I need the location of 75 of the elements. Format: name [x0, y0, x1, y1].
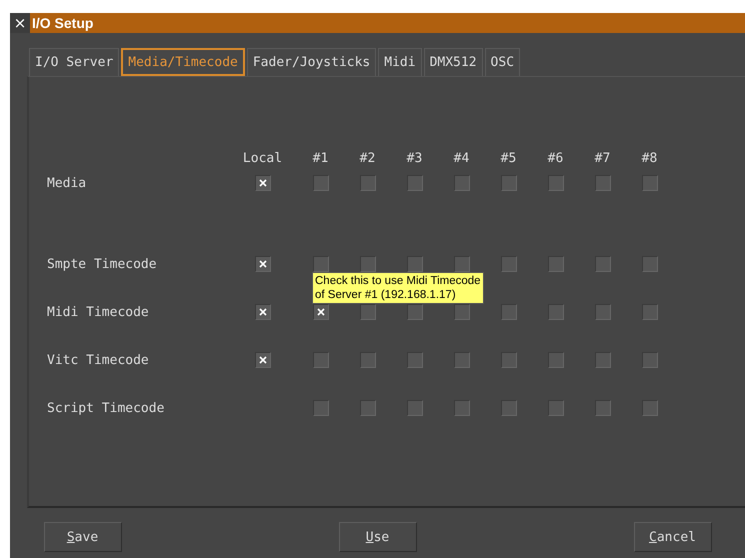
checkbox[interactable]: [548, 400, 564, 416]
cross-icon: [316, 308, 324, 316]
tab[interactable]: Midi: [378, 48, 422, 76]
checkbox[interactable]: [360, 256, 376, 272]
checkbox[interactable]: [312, 352, 328, 368]
cross-icon: [258, 260, 266, 268]
column-header: #8: [640, 150, 658, 166]
checkbox[interactable]: [454, 256, 470, 272]
close-button[interactable]: ×: [10, 13, 30, 33]
checkbox[interactable]: [594, 304, 610, 320]
row-label: Smpte Timecode: [47, 256, 158, 272]
column-header: #6: [546, 150, 564, 166]
checkbox[interactable]: [500, 352, 516, 368]
column-header: #5: [500, 150, 518, 166]
checkbox[interactable]: [406, 400, 422, 416]
dialog-button[interactable]: Use: [338, 522, 416, 552]
checkbox[interactable]: [360, 304, 376, 320]
checkbox[interactable]: [406, 175, 422, 191]
checkbox[interactable]: [594, 256, 610, 272]
checkbox[interactable]: [500, 175, 516, 191]
tab[interactable]: I/O Server: [29, 48, 120, 76]
column-header: #1: [312, 150, 330, 166]
checkbox[interactable]: [312, 304, 328, 320]
checkbox[interactable]: [594, 400, 610, 416]
checkbox[interactable]: [454, 304, 470, 320]
row-label: Script Timecode: [47, 400, 166, 416]
column-header: #3: [406, 150, 424, 166]
column-header: #2: [358, 150, 376, 166]
column-header: #4: [452, 150, 470, 166]
tab[interactable]: Fader/Joysticks: [246, 48, 376, 76]
row-label: Vitc Timecode: [47, 352, 150, 368]
checkbox[interactable]: [548, 256, 564, 272]
tooltip: Check this to use Midi Timecode of Server #1 (192.168.1.17): [312, 272, 484, 304]
checkbox[interactable]: [360, 352, 376, 368]
dialog-button[interactable]: Cancel: [634, 522, 712, 552]
checkbox[interactable]: [642, 304, 658, 320]
checkbox[interactable]: [548, 304, 564, 320]
checkbox[interactable]: [500, 304, 516, 320]
checkbox[interactable]: [254, 352, 270, 368]
checkbox[interactable]: [254, 304, 270, 320]
checkbox[interactable]: [454, 400, 470, 416]
checkbox[interactable]: [642, 256, 658, 272]
tab[interactable]: OSC: [484, 48, 520, 76]
tab[interactable]: Media/Timecode: [121, 48, 245, 76]
row-label: Media: [47, 176, 88, 190]
dialog-button[interactable]: Save: [44, 522, 122, 552]
checkbox[interactable]: [594, 352, 610, 368]
checkbox[interactable]: [500, 400, 516, 416]
cross-icon: [258, 356, 266, 364]
checkbox[interactable]: [312, 400, 328, 416]
row-label: Midi Timecode: [47, 304, 150, 320]
checkbox[interactable]: [406, 304, 422, 320]
checkbox[interactable]: [642, 175, 658, 191]
checkbox[interactable]: [360, 175, 376, 191]
checkbox[interactable]: [454, 175, 470, 191]
column-header: #7: [594, 150, 612, 166]
checkbox[interactable]: [594, 175, 610, 191]
checkbox[interactable]: [312, 175, 328, 191]
checkbox[interactable]: [406, 256, 422, 272]
checkbox[interactable]: [454, 352, 470, 368]
checkbox[interactable]: [500, 256, 516, 272]
checkbox[interactable]: [406, 352, 422, 368]
window-title: I/O Setup: [32, 15, 94, 31]
cross-icon: [258, 308, 266, 316]
checkbox[interactable]: [642, 352, 658, 368]
checkbox[interactable]: [312, 256, 328, 272]
checkbox[interactable]: [360, 400, 376, 416]
column-header: Local: [242, 150, 284, 166]
tab[interactable]: DMX512: [424, 48, 483, 76]
cross-icon: [258, 179, 266, 187]
checkbox[interactable]: [548, 175, 564, 191]
checkbox[interactable]: [548, 352, 564, 368]
checkbox[interactable]: [254, 256, 270, 272]
checkbox[interactable]: [642, 400, 658, 416]
checkbox[interactable]: [254, 175, 270, 191]
